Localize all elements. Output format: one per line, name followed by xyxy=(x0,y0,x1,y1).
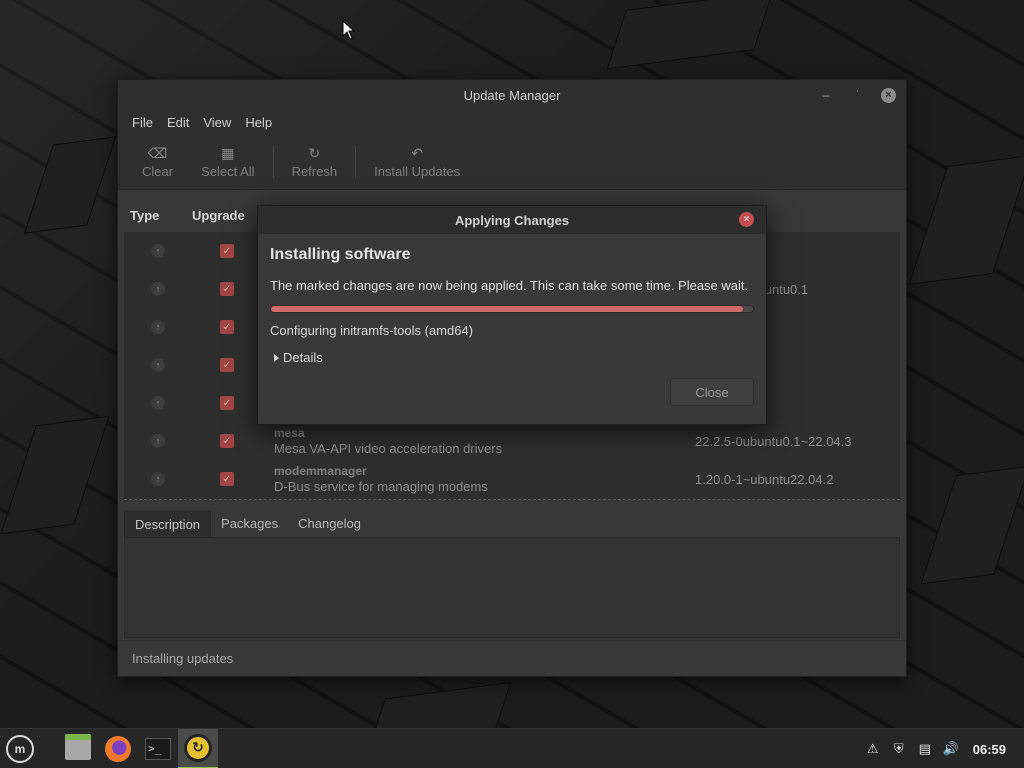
tab-changelog[interactable]: Changelog xyxy=(288,511,371,537)
taskbar: m >_ ↻ ⚠ ⛨ ▤ 🔊 06:59 xyxy=(0,728,1024,768)
upgrade-checkbox[interactable]: ✓ xyxy=(220,396,234,410)
background-tile xyxy=(368,681,512,728)
package-name: modemmanager xyxy=(274,464,367,478)
refresh-button[interactable]: ↻ Refresh xyxy=(278,144,352,179)
background-tile xyxy=(908,155,1024,285)
clock[interactable]: 06:59 xyxy=(973,742,1006,757)
background-tile xyxy=(0,415,110,535)
select-all-label: Select All xyxy=(201,164,255,179)
network-icon[interactable]: ▤ xyxy=(917,741,933,757)
tab-panel xyxy=(124,538,900,638)
upgrade-checkbox[interactable]: ✓ xyxy=(220,282,234,296)
update-notification-icon[interactable]: ⚠ xyxy=(865,741,881,757)
expander-triangle-icon xyxy=(274,353,279,362)
status-text: Installing updates xyxy=(132,651,234,666)
files-icon xyxy=(65,733,91,760)
dialog-titlebar[interactable]: Applying Changes × xyxy=(258,206,766,234)
upgrade-arrow-icon: ↑ xyxy=(151,396,165,410)
minimize-icon[interactable]: – xyxy=(817,86,835,104)
details-tabs: Description Packages Changelog xyxy=(124,510,900,538)
table-row[interactable]: ↑ ✓ modemmanager D-Bus service for managi… xyxy=(124,460,900,498)
details-expander[interactable]: Details xyxy=(270,350,754,365)
background-tile xyxy=(920,465,1024,585)
dialog-body: Installing software The marked changes a… xyxy=(258,234,766,365)
close-button[interactable]: Close xyxy=(670,378,754,406)
terminal-launcher[interactable]: >_ xyxy=(138,729,178,768)
update-manager-icon: ↻ xyxy=(184,733,212,762)
volume-icon[interactable]: 🔊 xyxy=(943,741,959,757)
clear-icon: ⌫ xyxy=(147,145,168,161)
install-updates-icon: ↶ xyxy=(411,145,423,161)
linux-mint-logo-icon: m xyxy=(6,734,34,763)
window-titlebar[interactable]: Update Manager – ˙ × xyxy=(118,80,906,110)
background-tile xyxy=(606,0,774,70)
clear-button[interactable]: ⌫ Clear xyxy=(128,144,187,179)
upgrade-arrow-icon: ↑ xyxy=(151,434,165,448)
install-updates-label: Install Updates xyxy=(374,164,461,179)
progress-status: Configuring initramfs-tools (amd64) xyxy=(270,323,474,338)
tab-description[interactable]: Description xyxy=(124,511,212,537)
background-tile xyxy=(23,136,117,234)
close-icon[interactable]: × xyxy=(881,87,896,103)
menu-edit[interactable]: Edit xyxy=(160,115,196,130)
upgrade-checkbox[interactable]: ✓ xyxy=(220,358,234,372)
window-title: Update Manager xyxy=(463,87,561,103)
toolbar-separator xyxy=(272,145,274,178)
firefox-icon xyxy=(105,735,131,762)
tab-packages[interactable]: Packages xyxy=(211,511,288,537)
dialog-heading: Installing software xyxy=(270,246,411,263)
shield-icon[interactable]: ⛨ xyxy=(891,741,907,757)
column-type[interactable]: Type xyxy=(124,208,184,223)
upgrade-checkbox[interactable]: ✓ xyxy=(220,472,234,486)
package-description: D-Bus service for managing modems xyxy=(274,479,488,494)
menu-launcher[interactable]: m xyxy=(0,729,40,768)
menu-help[interactable]: Help xyxy=(238,115,279,130)
refresh-icon: ↻ xyxy=(308,145,321,161)
status-bar: Installing updates xyxy=(118,640,906,676)
clear-label: Clear xyxy=(142,164,174,179)
upgrade-arrow-icon: ↑ xyxy=(151,320,165,334)
update-manager-task[interactable]: ↻ xyxy=(178,728,218,768)
details-label: Details xyxy=(283,350,323,365)
progress-bar xyxy=(270,305,754,313)
select-all-icon: ▦ xyxy=(221,145,235,161)
upgrade-arrow-icon: ↑ xyxy=(151,472,165,486)
toolbar: ⌫ Clear ▦ Select All ↻ Refresh ↶ Install… xyxy=(118,134,906,190)
progress-fill xyxy=(271,306,744,312)
menu-file[interactable]: File xyxy=(125,115,160,130)
maximize-icon[interactable]: ˙ xyxy=(849,86,867,104)
files-launcher[interactable] xyxy=(58,729,98,768)
dialog-message: The marked changes are now being applied… xyxy=(270,278,749,293)
menubar: File Edit View Help xyxy=(118,110,906,134)
upgrade-arrow-icon: ↑ xyxy=(151,282,165,296)
package-name: mesa xyxy=(274,426,305,440)
system-tray: ⚠ ⛨ ▤ 🔊 06:59 xyxy=(865,729,1024,768)
column-upgrade[interactable]: Upgrade xyxy=(184,208,264,223)
upgrade-checkbox[interactable]: ✓ xyxy=(220,434,234,448)
dialog-title: Applying Changes xyxy=(454,212,570,228)
select-all-button[interactable]: ▦ Select All xyxy=(187,144,268,179)
upgrade-checkbox[interactable]: ✓ xyxy=(220,244,234,258)
install-updates-button[interactable]: ↶ Install Updates xyxy=(360,144,474,179)
package-version: 1.20.0-1~ubuntu22.04.2 xyxy=(695,471,834,487)
dialog-close-icon[interactable]: × xyxy=(739,212,754,227)
package-description: Mesa VA-API video acceleration drivers xyxy=(274,441,503,456)
toolbar-separator xyxy=(355,145,357,178)
menu-view[interactable]: View xyxy=(196,115,238,130)
window-controls: – ˙ × xyxy=(817,86,896,104)
upgrade-arrow-icon: ↑ xyxy=(151,358,165,372)
upgrade-checkbox[interactable]: ✓ xyxy=(220,320,234,334)
terminal-icon: >_ xyxy=(145,737,171,760)
upgrade-arrow-icon: ↑ xyxy=(151,244,165,258)
applying-changes-dialog: Applying Changes × Installing software T… xyxy=(257,205,767,425)
package-version: 22.2.5-0ubuntu0.1~22.04.3 xyxy=(695,433,852,449)
firefox-launcher[interactable] xyxy=(98,729,138,768)
table-row[interactable]: ↑ ✓ mesa Mesa VA-API video acceleration d… xyxy=(124,422,900,460)
refresh-label: Refresh xyxy=(291,164,338,179)
